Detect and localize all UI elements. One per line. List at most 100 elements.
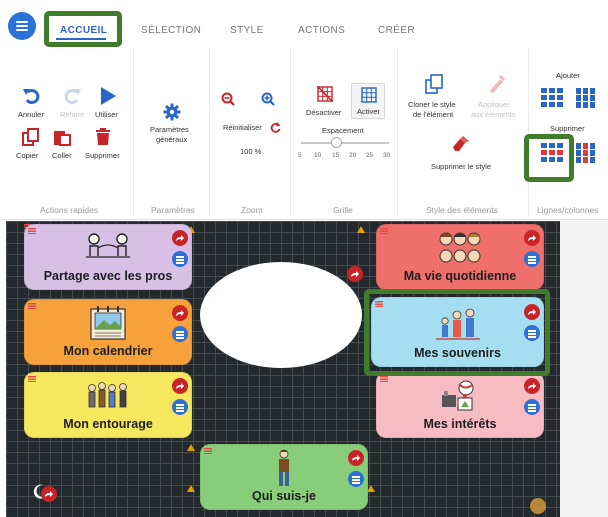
slider-tick-label: 30: [383, 152, 391, 159]
hamburger-menu-icon[interactable]: [8, 12, 36, 40]
card-menu-icon[interactable]: [28, 303, 36, 309]
card-label: Qui suis-je: [252, 489, 316, 503]
card-label: Mon entourage: [63, 417, 153, 431]
oval-link-button[interactable]: [347, 266, 363, 282]
slider-tick-label: 25: [366, 152, 374, 159]
grid-spacing-slider-track[interactable]: [301, 142, 389, 144]
tab-creer[interactable]: CRÉER: [378, 25, 415, 36]
tab-actions[interactable]: ACTIONS: [298, 25, 345, 36]
remove-column-icon[interactable]: [576, 143, 598, 163]
card-link-button[interactable]: [348, 450, 364, 466]
card-menu-icon[interactable]: [380, 228, 388, 234]
settings-gear-icon[interactable]: [530, 498, 546, 514]
card-link-button[interactable]: [172, 230, 188, 246]
group-separator: [133, 48, 134, 216]
card-list-button[interactable]: [524, 251, 540, 267]
card-ma-vie-quotidienne[interactable]: Ma vie quotidienne: [376, 224, 544, 290]
card-label: Partage avec les pros: [43, 269, 173, 283]
apply-style-label-line2: aux éléments: [471, 110, 516, 119]
trash-icon[interactable]: [95, 128, 111, 146]
card-label: Mon calendrier: [63, 344, 153, 358]
card-link-button[interactable]: [172, 305, 188, 321]
card-label: Mes intérêts: [423, 417, 497, 431]
card-menu-icon[interactable]: [204, 448, 212, 454]
apply-style-label-line1: Appliquer: [478, 100, 510, 109]
card-partage-avec-les-pros[interactable]: Partage avec les pros: [24, 224, 192, 290]
add-row-icon[interactable]: [541, 88, 563, 108]
grid-on-icon: [361, 87, 377, 103]
copy-label: Copier: [16, 151, 39, 160]
card-list-button[interactable]: [172, 399, 188, 415]
card-menu-icon[interactable]: [28, 228, 36, 234]
general-settings-label-line2: généraux: [156, 135, 188, 144]
rows-cols-group-label: Lignes/colonnes: [537, 205, 599, 215]
zoom-group-label: Zoom: [241, 205, 263, 215]
group-separator: [397, 48, 398, 216]
paste-icon[interactable]: [53, 128, 71, 146]
tab-style[interactable]: STYLE: [230, 25, 264, 36]
warning-icon: [187, 444, 195, 451]
card-list-button[interactable]: [348, 471, 364, 487]
copy-icon[interactable]: [22, 128, 40, 146]
warning-icon: [357, 226, 365, 233]
card-label: Ma vie quotidienne: [403, 269, 517, 283]
play-icon[interactable]: [99, 86, 117, 106]
grid-spacing-slider-handle[interactable]: [330, 137, 342, 148]
card-mon-entourage[interactable]: Mon entourage: [24, 372, 192, 438]
grid-group-label: Grille: [333, 205, 353, 215]
calendar-icon: [90, 306, 126, 340]
slider-tick-label: 10: [314, 152, 322, 159]
card-menu-icon[interactable]: [28, 376, 36, 382]
reset-zoom-icon[interactable]: [270, 122, 281, 133]
zoom-out-icon[interactable]: [221, 92, 235, 106]
zoom-reset-label[interactable]: Réinitialiser: [223, 123, 262, 132]
slider-tick-label: 20: [349, 152, 357, 159]
card-menu-icon[interactable]: [380, 376, 388, 382]
people-sharing-icon: [86, 233, 130, 258]
card-qui-suis-je[interactable]: Qui suis-je: [200, 444, 368, 510]
card-mes-interets[interactable]: Mes intérêts: [376, 372, 544, 438]
card-list-button[interactable]: [172, 326, 188, 342]
clone-style-icon[interactable]: [425, 74, 443, 94]
settings-group-label: Paramètres: [151, 205, 195, 215]
card-link-button[interactable]: [172, 378, 188, 394]
apply-style-icon[interactable]: [487, 74, 505, 94]
gear-icon[interactable]: [163, 103, 181, 121]
grid-spacing-label: Espacement: [322, 126, 364, 135]
add-column-icon[interactable]: [576, 88, 598, 108]
undo-label: Annuler: [18, 110, 44, 119]
highlight-accueil-tab: [44, 11, 122, 47]
card-list-button[interactable]: [172, 251, 188, 267]
card-mon-calendrier[interactable]: Mon calendrier: [24, 299, 192, 365]
empty-oval-cell[interactable]: [200, 262, 362, 368]
group-separator: [290, 48, 291, 216]
general-settings-label-line1: Paramètres: [150, 125, 189, 134]
card-list-button[interactable]: [524, 399, 540, 415]
ribbon-toolbar: Annuler Refaire Utiliser Copier Coller S…: [0, 46, 608, 220]
grid-activate-button[interactable]: Activer: [351, 83, 385, 119]
grid-off-icon[interactable]: [317, 86, 333, 102]
slider-tick-label: 5: [298, 152, 302, 159]
board-side-panel: [560, 221, 608, 517]
interests-icon: [442, 380, 474, 411]
tab-selection[interactable]: SÉLECTION: [141, 25, 201, 36]
quick-actions-group-label: Actions rapides: [40, 205, 99, 215]
clone-style-label-line1: Cloner le style: [408, 100, 456, 109]
undo-icon[interactable]: [22, 87, 42, 105]
eraser-icon[interactable]: [452, 136, 470, 152]
zoom-in-icon[interactable]: [261, 92, 275, 106]
clone-style-label-line2: de l'élément: [413, 110, 454, 119]
redo-label: Refaire: [60, 110, 85, 119]
highlight-remove-row: [524, 134, 574, 182]
card-link-button[interactable]: [524, 378, 540, 394]
board-link-button[interactable]: [41, 486, 57, 502]
delete-label: Supprimer: [85, 151, 120, 160]
warning-icon: [187, 485, 195, 492]
grid-deactivate-label: Désactiver: [306, 108, 342, 117]
grid-activate-label: Activer: [357, 107, 380, 116]
card-link-button[interactable]: [524, 230, 540, 246]
slider-tick-label: 15: [332, 152, 340, 159]
zoom-value: 100 %: [240, 147, 262, 156]
redo-icon[interactable]: [62, 87, 82, 105]
entourage-group-icon: [88, 382, 127, 408]
